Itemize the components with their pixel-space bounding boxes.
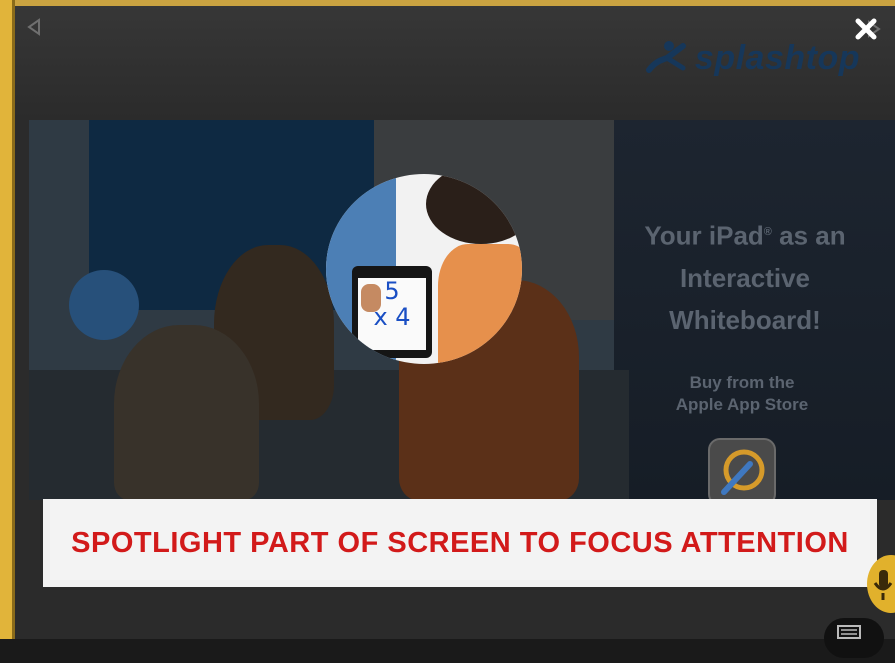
tagline-as-an: as an <box>771 220 846 251</box>
spotlight-circle[interactable]: 5 x 4 <box>326 174 522 364</box>
microphone-button[interactable] <box>867 555 895 613</box>
registered-mark: ® <box>763 226 772 238</box>
keyboard-button[interactable] <box>824 618 884 658</box>
brand-name: splashtop <box>694 38 860 77</box>
store-line2: Apple App Store <box>675 395 809 414</box>
teacher-hair <box>426 174 522 244</box>
tagline-line3: Whiteboard! <box>669 304 821 335</box>
tagline-line1: Your iPad® as an <box>625 211 865 257</box>
brand-logo: splashtop <box>643 38 860 78</box>
ipad-device: 5 x 4 <box>352 266 432 358</box>
keyboard-icon <box>837 625 861 639</box>
globe <box>69 270 139 340</box>
tagline-line2: Interactive <box>679 262 811 293</box>
chevron-left-icon <box>27 18 40 36</box>
prev-slide-button[interactable] <box>27 18 41 41</box>
caption-banner: SPOTLIGHT PART OF SCREEN TO FOCUS ATTENT… <box>43 499 877 587</box>
whiteboard-app-icon <box>721 449 765 495</box>
caption-text: SPOTLIGHT PART OF SCREEN TO FOCUS ATTENT… <box>71 526 849 559</box>
student-hand <box>361 284 381 312</box>
store-line1: Buy from the <box>689 373 795 392</box>
splashtop-logo-icon <box>645 41 686 73</box>
microphone-icon <box>873 570 893 600</box>
gold-frame-left <box>0 0 15 639</box>
slide-stage: splashtop 5 x 4 Your iPad® as an Interac… <box>15 6 895 639</box>
teacher-shirt <box>438 244 522 364</box>
student-boy <box>114 325 259 500</box>
tagline-ipad: Your iPad <box>644 220 764 251</box>
app-store-icon <box>708 438 776 506</box>
promo-tagline: Your iPad® as an Interactive Whiteboard! <box>625 211 865 341</box>
app-store-text: Buy from the Apple App Store <box>647 372 837 416</box>
